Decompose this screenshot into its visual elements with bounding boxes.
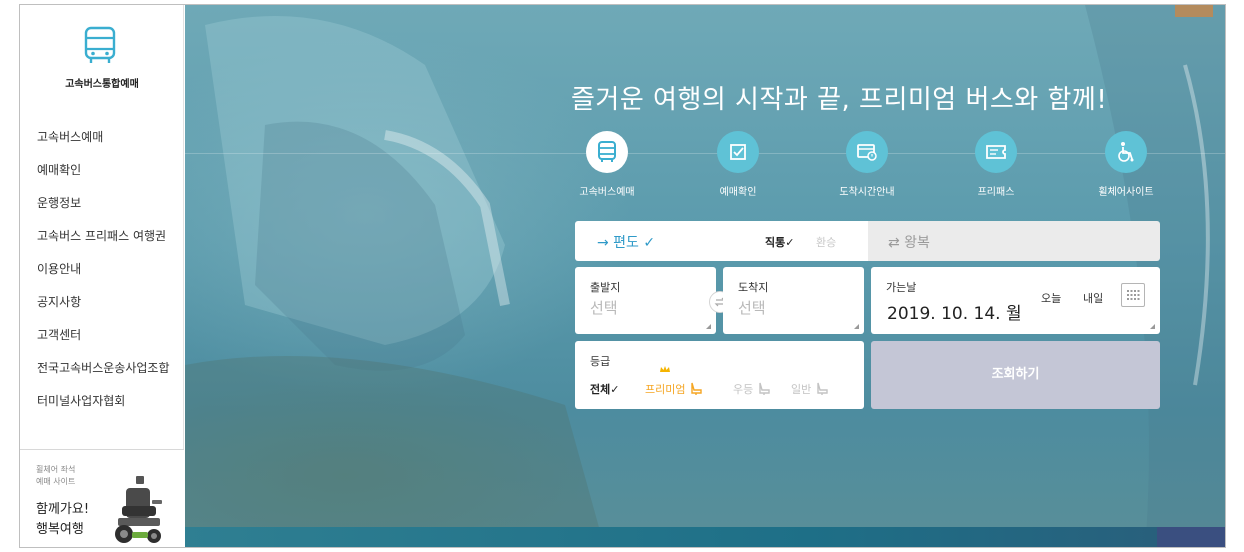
calendar-button[interactable] (1121, 283, 1145, 307)
quick-circle-arrival (846, 131, 888, 173)
hero-headline: 즐거운 여행의 시작과 끝, 프리미엄 버스와 함께! (571, 85, 1108, 115)
sidebar: 고속버스통합예매 고속버스예매 예매확인 운행정보 고속버스 프리패스 여행권 … (20, 5, 184, 547)
grade-label: 등급 (590, 355, 611, 368)
sidebar-item-guide[interactable]: 이용안내 (20, 253, 184, 286)
quick-label-bus-booking: 고속버스예매 (579, 187, 635, 198)
corner-mark (854, 324, 859, 329)
logo-text: 고속버스통합예매 (65, 79, 139, 90)
sidebar-item-bus-booking[interactable]: 고속버스예매 (20, 121, 184, 154)
roundtrip-label: ⇄ 왕복 (888, 235, 930, 251)
grade-standard-option[interactable]: 일반 (791, 381, 829, 397)
date-label: 가는날 (886, 281, 917, 294)
roundtrip-tab[interactable]: ⇄ 왕복 (868, 221, 1160, 261)
wheelchair-image (115, 476, 162, 543)
transfer-option[interactable]: 환승 (816, 234, 836, 250)
quick-circle-check (717, 131, 759, 173)
promo-caption-line2: 예매 사이트 (36, 477, 76, 486)
quick-label-arrival-time: 도착시간안내 (839, 187, 895, 198)
promo-caption-line1: 휠체어 좌석 (36, 465, 76, 474)
grade-deluxe-option[interactable]: 우등 (733, 381, 771, 397)
bus-icon (598, 141, 616, 162)
hero-bottom-accent (1157, 527, 1225, 547)
quick-circle-wheelchair (1105, 131, 1147, 173)
arrival-select[interactable]: 도착지 선택 (723, 267, 864, 334)
sidebar-item-booking-check[interactable]: 예매확인 (20, 154, 184, 187)
quick-circle-bus (586, 131, 628, 173)
corner-tag (1175, 5, 1213, 17)
corner-mark (1150, 324, 1155, 329)
quick-menu-freepass[interactable]: 프리패스 (941, 131, 1051, 198)
promo-title-line2: 행복여행 (36, 522, 84, 537)
direct-option[interactable]: 직통✓ (765, 234, 794, 250)
ticket-icon (986, 145, 1006, 159)
arrival-value: 선택 (738, 299, 766, 317)
promo-title-line1: 함께가요! (36, 502, 90, 517)
wheelchair-icon (1118, 142, 1134, 162)
calendar-icon (1127, 290, 1140, 300)
browser-frame: 고속버스통합예매 고속버스예매 예매확인 운행정보 고속버스 프리패스 여행권 … (19, 4, 1226, 548)
seat-icon (817, 382, 828, 395)
departure-select[interactable]: 출발지 선택 (575, 267, 716, 334)
quick-label-booking-check: 예매확인 (719, 187, 757, 198)
date-select[interactable]: 가는날 2019. 10. 14. 월 오늘 내일 (871, 267, 1160, 334)
promo-caption: 휠체어 좌석 예매 사이트 (36, 464, 75, 488)
tomorrow-button[interactable]: 내일 (1083, 290, 1103, 306)
oneway-tab[interactable]: → 편도 ✓ 직통✓ 환승 (575, 221, 868, 261)
departure-value: 선택 (590, 299, 618, 317)
sidebar-item-terminal-association[interactable]: 터미널사업자협회 (20, 385, 184, 418)
today-button[interactable]: 오늘 (1041, 290, 1061, 306)
hero-banner: 즐거운 여행의 시작과 끝, 프리미엄 버스와 함께! 고속버스예매 예매확인 … (185, 5, 1225, 547)
arrival-time-icon (857, 144, 877, 161)
quick-menu-arrival-time[interactable]: 도착시간안내 (812, 131, 922, 198)
wheelchair-promo-banner[interactable]: 휠체어 좌석 예매 사이트 함께가요! 행복여행 (20, 449, 184, 547)
grade-premium-option[interactable]: 프리미엄 (645, 366, 703, 397)
sidebar-item-freepass[interactable]: 고속버스 프리패스 여행권 (20, 220, 184, 253)
bus-logo-icon (84, 26, 116, 63)
quick-menu-wheelchair[interactable]: 휠체어사이트 (1071, 131, 1181, 198)
quick-menu-booking-check[interactable]: 예매확인 (683, 131, 793, 198)
sidebar-item-notice[interactable]: 공지사항 (20, 286, 184, 319)
arrival-label: 도착지 (738, 281, 769, 294)
sidebar-nav: 고속버스예매 예매확인 운행정보 고속버스 프리패스 여행권 이용안내 공지사항… (20, 121, 184, 418)
quick-label-freepass: 프리패스 (977, 187, 1015, 198)
grade-standard-label: 일반 (791, 383, 812, 396)
check-box-icon (730, 144, 746, 160)
date-value: 2019. 10. 14. 월 (887, 304, 1022, 324)
promo-title: 함께가요! 행복여행 (36, 500, 89, 540)
grade-deluxe-label: 우등 (733, 383, 754, 396)
trip-type-row: → 편도 ✓ 직통✓ 환승 ⇄ 왕복 (575, 221, 1160, 261)
seat-icon (759, 382, 770, 395)
oneway-label: → 편도 ✓ (597, 235, 656, 251)
corner-mark (706, 324, 711, 329)
grade-all-option[interactable]: 전체✓ (590, 381, 619, 397)
seat-icon (691, 382, 702, 395)
sidebar-item-customer-center[interactable]: 고객센터 (20, 319, 184, 352)
quick-circle-freepass (975, 131, 1017, 173)
site-logo[interactable]: 고속버스통합예매 (20, 5, 184, 105)
grade-panel: 등급 전체✓ 프리미엄 우등 일반 (575, 341, 864, 409)
departure-label: 출발지 (590, 281, 621, 294)
crown-icon (660, 366, 670, 372)
sidebar-item-operation-info[interactable]: 운행정보 (20, 187, 184, 220)
sidebar-item-bus-association[interactable]: 전국고속버스운송사업조합 (20, 352, 184, 385)
hero-bottom-bar (185, 527, 1225, 547)
quick-menu-bus-booking[interactable]: 고속버스예매 (552, 131, 662, 198)
quick-label-wheelchair: 휠체어사이트 (1098, 187, 1154, 198)
grade-premium-label: 프리미엄 (645, 383, 686, 396)
search-button[interactable]: 조회하기 (871, 341, 1160, 409)
